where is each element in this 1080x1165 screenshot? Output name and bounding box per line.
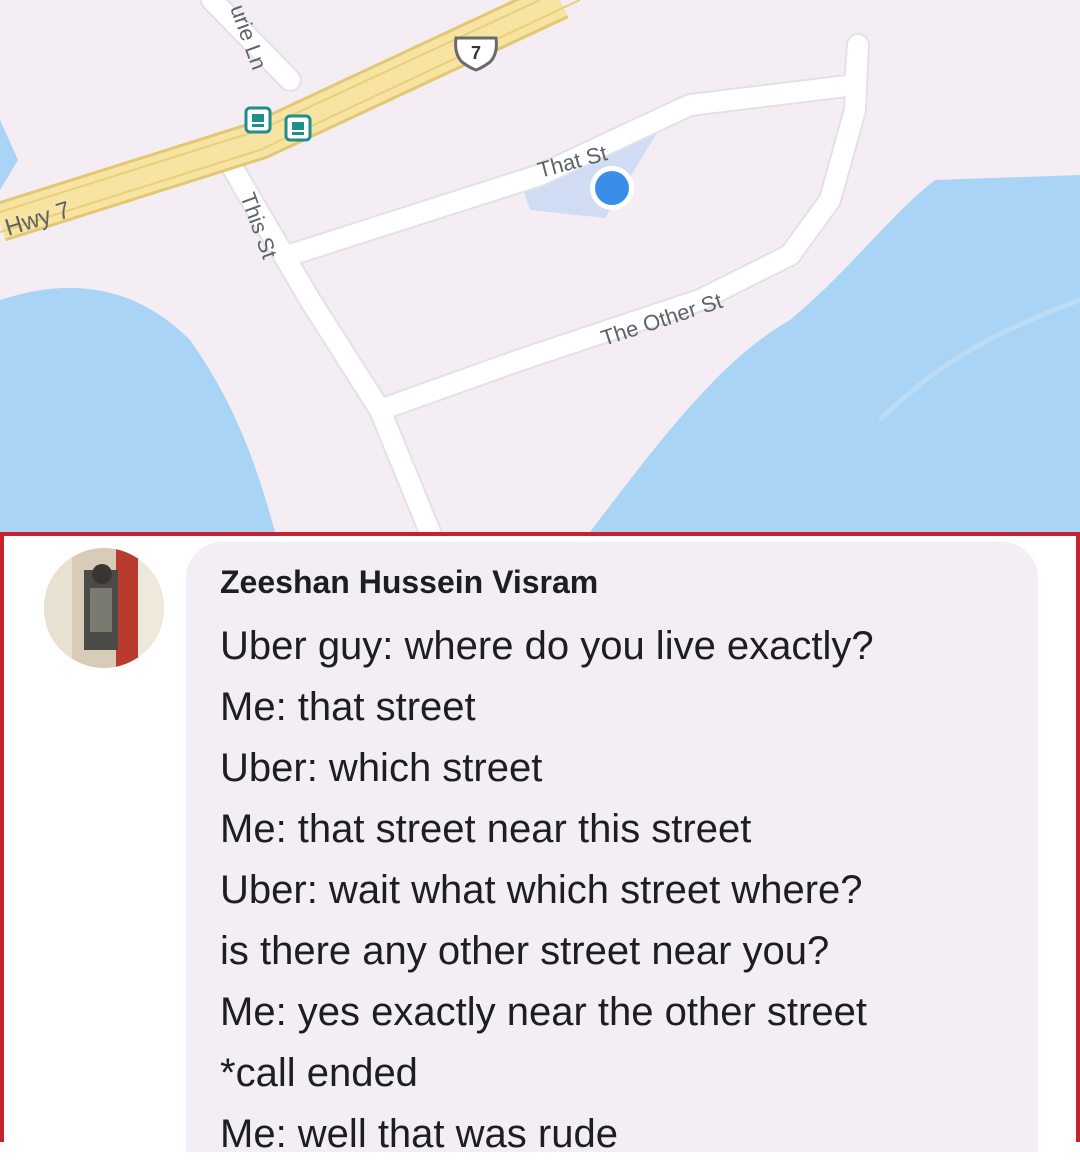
bus-stop-icon[interactable] bbox=[244, 106, 272, 134]
comment-line: Uber guy: where do you live exactly? bbox=[220, 624, 874, 668]
comment-line: is there any other street near you? bbox=[220, 929, 830, 973]
comment-bubble: Zeeshan Hussein Visram Uber guy: where d… bbox=[186, 542, 1038, 1156]
comment-line: *call ended bbox=[220, 1051, 418, 1095]
comment-line: Me: yes exactly near the other street bbox=[220, 990, 867, 1034]
comment-line: Me: well that was rude bbox=[220, 1112, 618, 1156]
comment-line: Uber: which street bbox=[220, 746, 543, 790]
avatar[interactable] bbox=[44, 548, 164, 668]
comment-line: Uber: wait what which street where? bbox=[220, 868, 863, 912]
avatar-image bbox=[44, 548, 164, 668]
comment-line: Me: that street bbox=[220, 685, 476, 729]
comment-panel: Zeeshan Hussein Visram Uber guy: where d… bbox=[0, 532, 1080, 1156]
comment-text: Uber guy: where do you live exactly? Me:… bbox=[220, 616, 874, 1165]
svg-text:7: 7 bbox=[471, 43, 481, 63]
comment-line: Me: that street near this street bbox=[220, 807, 752, 851]
map-view[interactable]: Hwy 7 7 urie Ln This St That St The Othe… bbox=[0, 0, 1080, 532]
bus-stop-icon[interactable] bbox=[284, 114, 312, 142]
location-dot-icon[interactable] bbox=[590, 166, 634, 210]
comment-author[interactable]: Zeeshan Hussein Visram bbox=[220, 564, 598, 601]
